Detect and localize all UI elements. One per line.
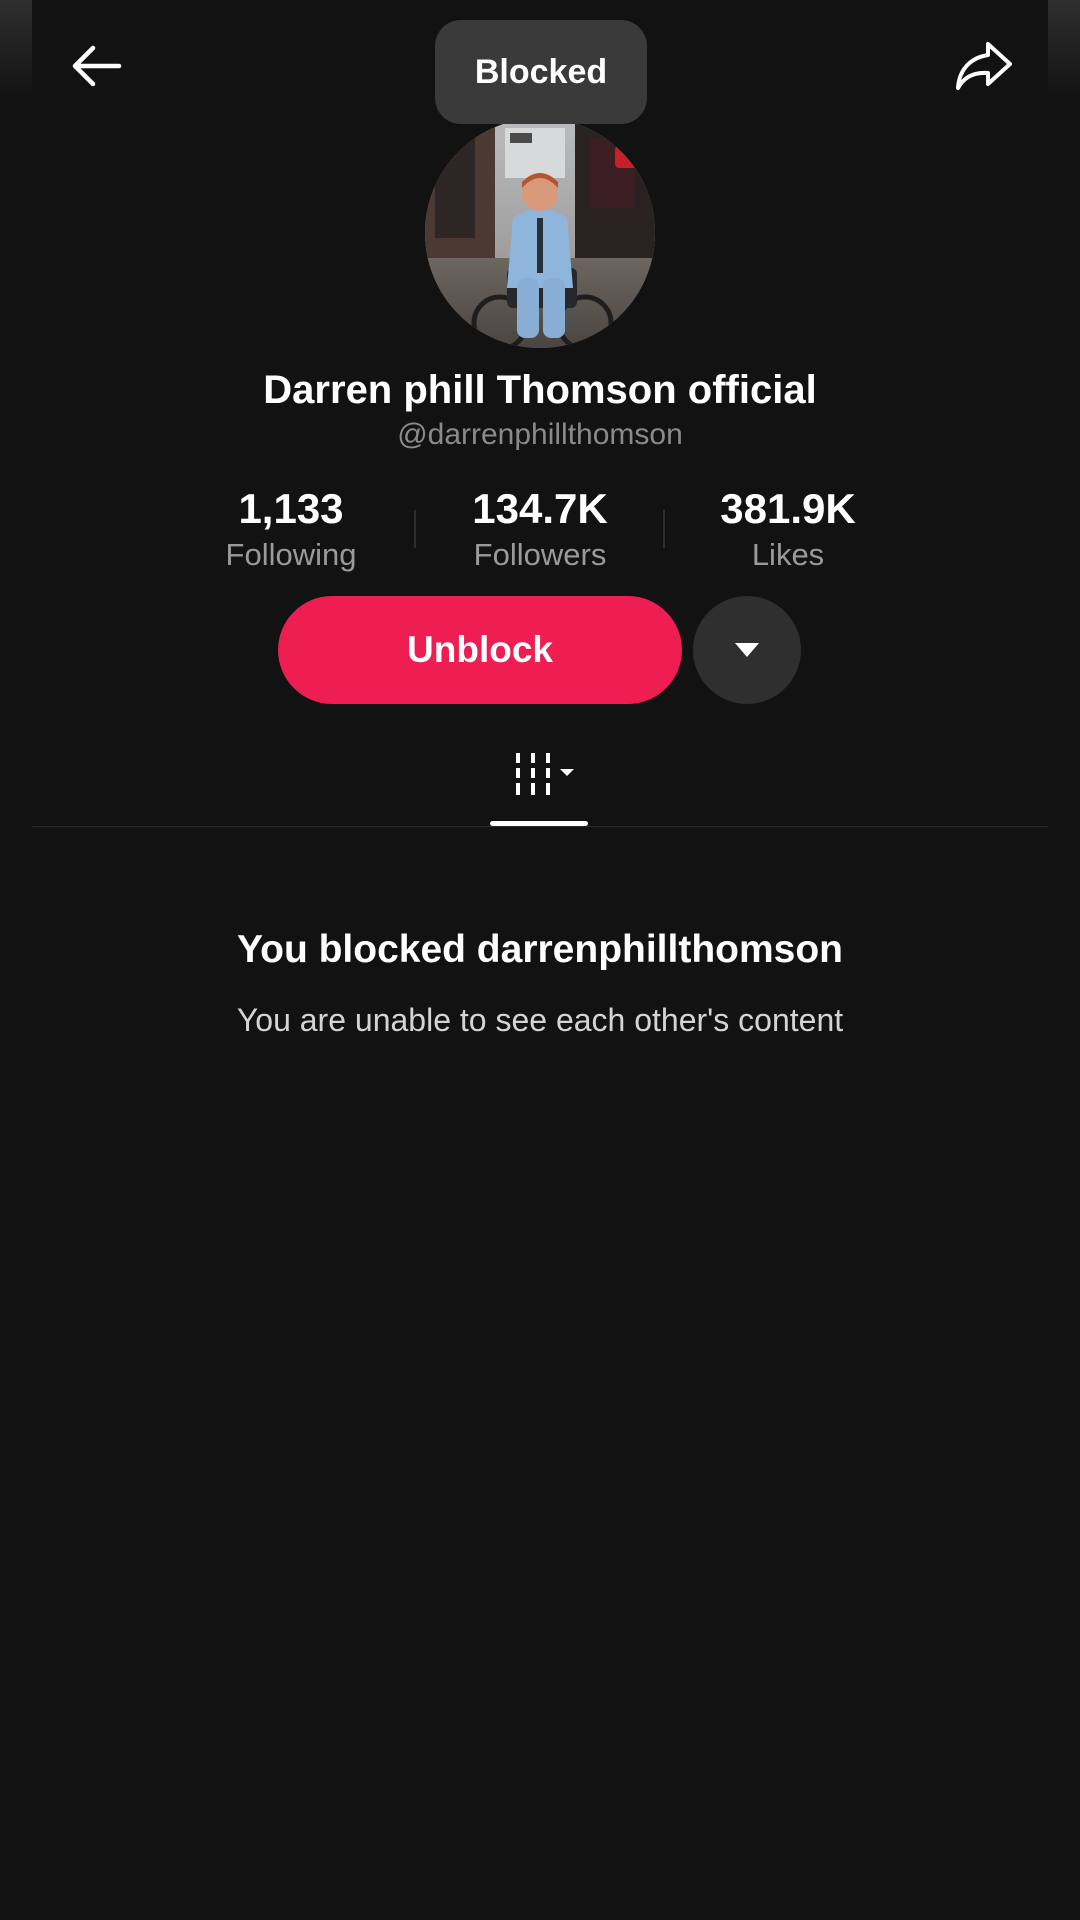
tab-videos[interactable] [500, 745, 590, 805]
stat-divider [414, 510, 416, 548]
display-name: Darren phill Thomson official [263, 368, 817, 412]
share-arrow-icon [956, 42, 1012, 90]
stat-likes[interactable]: 381.9K Likes [688, 485, 888, 575]
stat-label: Likes [751, 537, 825, 572]
caret-down-icon [735, 643, 759, 657]
grid-videos-icon [516, 753, 574, 795]
stat-value: 1,133 [238, 485, 344, 532]
back-button[interactable] [58, 28, 134, 104]
avatar[interactable] [425, 118, 655, 348]
avatar-photo [425, 118, 655, 348]
arrow-left-icon [72, 45, 122, 87]
stat-followers[interactable]: 134.7K Followers [440, 485, 640, 575]
blocked-message-title: You blocked darrenphillthomson [237, 928, 843, 971]
left-edge-shadow [0, 0, 32, 100]
profile-screen: Blocked Darren phill Thomson official @d… [0, 0, 1080, 1920]
stat-label: Followers [473, 537, 607, 572]
stat-value: 381.9K [720, 485, 856, 532]
share-button[interactable] [946, 28, 1022, 104]
blocked-message-subtitle: You are unable to see each other's conte… [236, 1002, 844, 1038]
stat-label: Following [225, 537, 357, 572]
stat-following[interactable]: 1,133 Following [191, 485, 391, 575]
stat-divider [663, 510, 665, 548]
username: @darrenphillthomson [397, 418, 683, 451]
blocked-toast: Blocked [435, 20, 647, 124]
more-options-button[interactable] [693, 596, 801, 704]
right-edge-shadow [1048, 0, 1080, 100]
unblock-button[interactable]: Unblock [278, 596, 682, 704]
tab-divider [32, 826, 1048, 827]
stat-value: 134.7K [472, 485, 608, 532]
stats-row: 1,133 Following 134.7K Followers 381.9K … [0, 485, 1080, 575]
